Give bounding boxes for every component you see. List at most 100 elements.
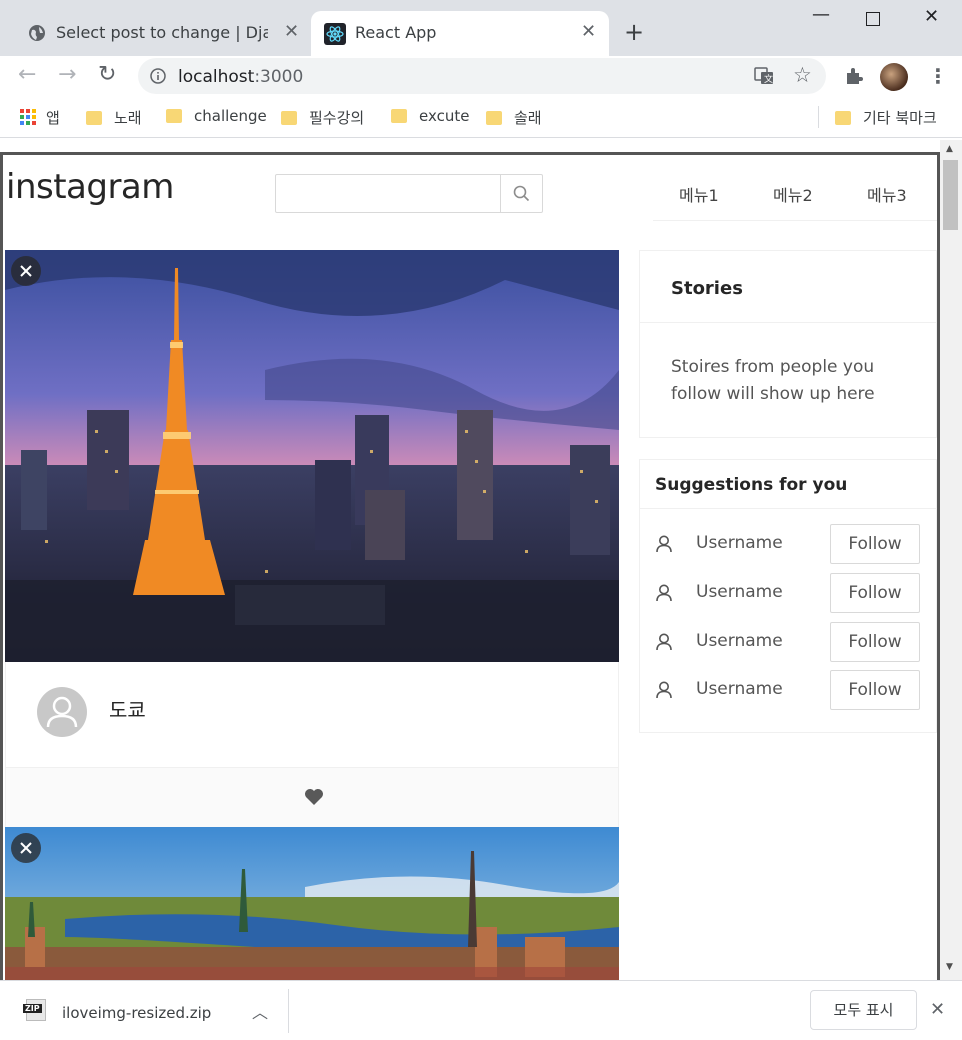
other-bookmarks[interactable]: 기타 북마크 (835, 107, 937, 128)
follow-button[interactable]: Follow (830, 670, 920, 710)
top-menu: 메뉴1 메뉴2 메뉴3 (653, 155, 937, 221)
folder-icon (86, 111, 102, 125)
suggestion-username[interactable]: Username (696, 533, 783, 553)
tab-title: Select post to change | Django (56, 23, 268, 42)
remove-post-button[interactable] (11, 256, 41, 286)
bookmarks-bar: 앱 노래 challenge 필수강의 excute 솔래 기타 북마크 (0, 98, 962, 138)
bookmark-star-icon[interactable]: ☆ (793, 63, 812, 87)
bookmark-apps[interactable]: 앱 (20, 107, 60, 128)
tab-django[interactable]: Select post to change | Django ✕ (16, 11, 310, 56)
remove-post-button[interactable] (11, 833, 41, 863)
app-logo[interactable]: instagram (6, 167, 174, 207)
suggestion-username[interactable]: Username (696, 679, 783, 699)
zip-file-icon: ZIP (23, 999, 46, 1021)
download-bar: ZIP iloveimg-resized.zip ︿ 모두 표시 ✕ (0, 980, 962, 1040)
scroll-thumb[interactable] (943, 160, 958, 230)
apps-grid-icon (20, 109, 36, 125)
follow-button[interactable]: Follow (830, 524, 920, 564)
suggestion-username[interactable]: Username (696, 631, 783, 651)
post-actions (5, 767, 619, 829)
avatar[interactable] (37, 687, 87, 737)
user-icon (656, 584, 672, 602)
page-viewport: instagram 메뉴1 메뉴2 메뉴3 도쿄 Stories Stoires… (0, 152, 940, 980)
tab-strip: Select post to change | Django ✕ React A… (0, 0, 962, 56)
user-icon (46, 696, 78, 728)
scroll-up-icon[interactable]: ▲ (946, 144, 953, 154)
user-icon (656, 535, 672, 553)
search-icon (513, 185, 530, 202)
react-icon (324, 23, 346, 45)
bookmark-folder[interactable]: challenge (166, 107, 267, 125)
search-input[interactable] (275, 174, 543, 213)
browser-toolbar: ← → ↻ localhost:3000 文 ☆ ⋮ (0, 56, 962, 98)
tokyo-skyline-image (5, 250, 619, 662)
post-caption: 도쿄 (109, 698, 146, 722)
page-scrollbar[interactable]: ▲ ▼ (940, 140, 962, 980)
stockholm-panorama-image (5, 827, 619, 980)
user-icon (656, 633, 672, 651)
folder-icon (281, 111, 297, 125)
post-image-tokyo (5, 250, 619, 662)
folder-icon (486, 111, 502, 125)
scroll-down-icon[interactable]: ▼ (946, 962, 953, 972)
reload-icon[interactable]: ↻ (98, 62, 116, 87)
show-all-downloads-button[interactable]: 모두 표시 (810, 990, 917, 1030)
svg-text:文: 文 (764, 73, 773, 85)
address-bar[interactable]: localhost:3000 文 ☆ (138, 58, 826, 94)
tab-title: React App (355, 23, 437, 42)
bookmark-folder[interactable]: excute (391, 107, 469, 125)
stories-header: Stories (640, 251, 936, 323)
close-icon (20, 265, 32, 277)
bookmark-folder[interactable]: 솔래 (486, 107, 542, 128)
info-icon[interactable] (150, 68, 166, 84)
close-tab-icon[interactable]: ✕ (284, 21, 299, 42)
bookmarks-divider (818, 106, 819, 128)
menu-item-3[interactable]: 메뉴3 (867, 182, 907, 206)
bookmark-folder[interactable]: 필수강의 (281, 107, 364, 128)
suggestions-title: Suggestions for you (655, 475, 848, 495)
menu-item-2[interactable]: 메뉴2 (773, 182, 813, 206)
tab-react-app[interactable]: React App ✕ (311, 11, 609, 56)
stories-card: Stories Stoires from people you follow w… (639, 250, 937, 438)
minimize-icon[interactable]: — (812, 4, 830, 25)
profile-avatar[interactable] (880, 63, 908, 91)
menu-item-1[interactable]: 메뉴1 (679, 182, 719, 206)
browser-menu-icon[interactable]: ⋮ (928, 64, 948, 88)
suggestions-card: Suggestions for you Username Follow User… (639, 459, 937, 733)
back-icon[interactable]: ← (18, 62, 36, 87)
zip-badge: ZIP (23, 1004, 42, 1013)
stories-empty-text: Stoires from people you follow will show… (671, 357, 875, 404)
close-icon (20, 842, 32, 854)
post-image-stockholm (5, 827, 619, 980)
folder-icon (835, 111, 851, 125)
search-button[interactable] (500, 175, 542, 212)
bookmark-folder[interactable]: 노래 (86, 107, 142, 128)
folder-icon (391, 109, 407, 123)
forward-icon[interactable]: → (58, 62, 76, 87)
suggestion-row: Username Follow (640, 573, 936, 613)
heart-icon[interactable] (304, 788, 324, 806)
suggestion-row: Username Follow (640, 524, 936, 564)
close-download-bar-icon[interactable]: ✕ (930, 999, 945, 1020)
window-close-icon[interactable]: ✕ (924, 6, 939, 27)
download-filename[interactable]: iloveimg-resized.zip (62, 1004, 211, 1022)
post-meta: 도쿄 (5, 662, 619, 768)
url-text: localhost:3000 (178, 67, 304, 87)
user-icon (656, 681, 672, 699)
stories-title: Stories (671, 278, 743, 299)
globe-icon (29, 25, 45, 41)
download-divider (288, 989, 289, 1033)
suggestion-row: Username Follow (640, 670, 936, 710)
chevron-up-icon[interactable]: ︿ (252, 999, 268, 1023)
folder-icon (166, 109, 182, 123)
extensions-icon[interactable] (844, 66, 864, 86)
suggestion-username[interactable]: Username (696, 582, 783, 602)
maximize-icon[interactable] (866, 12, 880, 26)
close-tab-icon[interactable]: ✕ (581, 21, 596, 42)
new-tab-icon[interactable]: + (624, 18, 644, 46)
suggestion-row: Username Follow (640, 622, 936, 662)
translate-icon[interactable]: 文 (754, 67, 774, 85)
follow-button[interactable]: Follow (830, 622, 920, 662)
follow-button[interactable]: Follow (830, 573, 920, 613)
suggestions-header: Suggestions for you (640, 460, 936, 509)
